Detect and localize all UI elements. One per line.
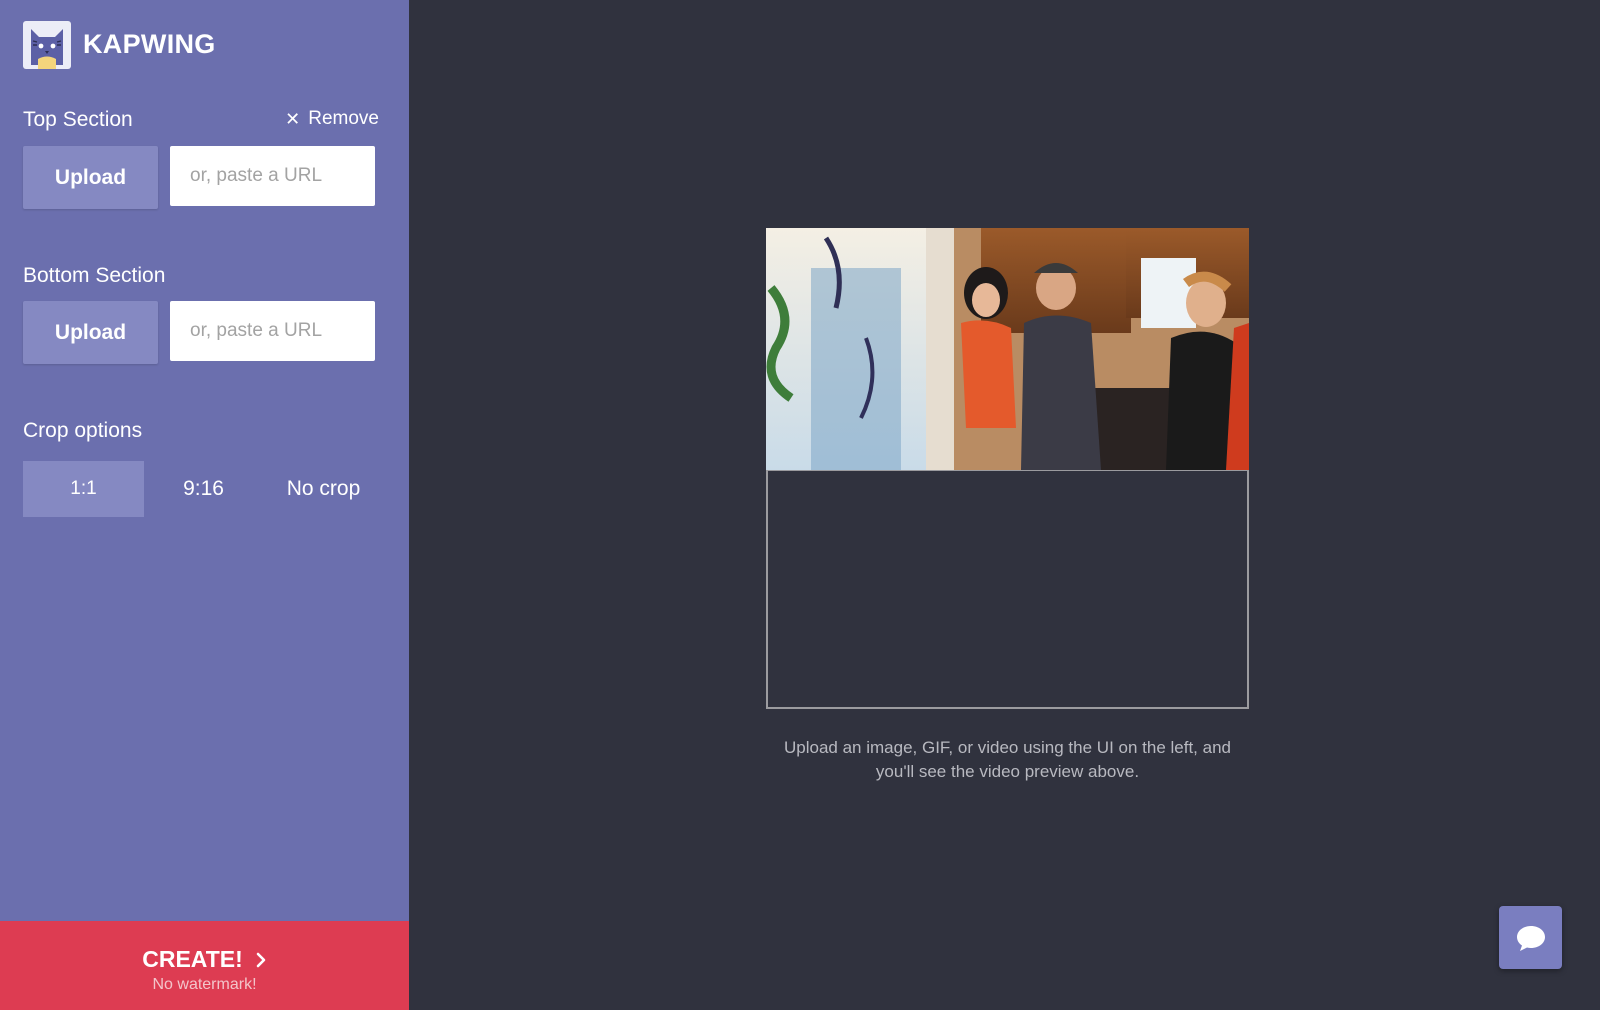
sidebar: KAPWING Top Section ✕ Remove Upload Bott… — [0, 0, 409, 1010]
remove-button[interactable]: ✕ Remove — [285, 108, 379, 130]
bottom-url-input[interactable] — [170, 301, 375, 361]
crop-options-label: Crop options — [23, 419, 143, 442]
top-upload-button[interactable]: Upload — [23, 146, 158, 209]
chevron-right-icon — [256, 952, 266, 967]
preview-image — [766, 228, 1249, 470]
kapwing-logo-icon[interactable] — [23, 21, 71, 69]
bottom-upload-button[interactable]: Upload — [23, 301, 158, 364]
top-section-label: Top Section — [23, 108, 133, 131]
remove-label: Remove — [308, 108, 379, 129]
crop-option-no-crop[interactable]: No crop — [263, 461, 384, 517]
crop-option-9-16[interactable]: 9:16 — [143, 461, 264, 517]
bottom-section-label: Bottom Section — [23, 264, 166, 287]
preview-hint: Upload an image, GIF, or video using the… — [784, 738, 1231, 781]
brand-name: KAPWING — [83, 29, 216, 59]
top-url-input[interactable] — [170, 146, 375, 206]
video-preview — [766, 228, 1249, 709]
crop-option-1-1[interactable]: 1:1 — [23, 461, 144, 517]
create-title: CREATE! — [0, 946, 409, 973]
create-button[interactable]: CREATE! No watermark! — [0, 921, 409, 1010]
chat-bubble-icon — [1516, 925, 1545, 951]
create-sublabel: No watermark! — [152, 976, 257, 993]
close-icon: ✕ — [285, 109, 301, 129]
chat-button[interactable] — [1499, 906, 1562, 969]
create-label: CREATE! — [142, 946, 243, 972]
bottom-preview-area — [766, 470, 1249, 709]
